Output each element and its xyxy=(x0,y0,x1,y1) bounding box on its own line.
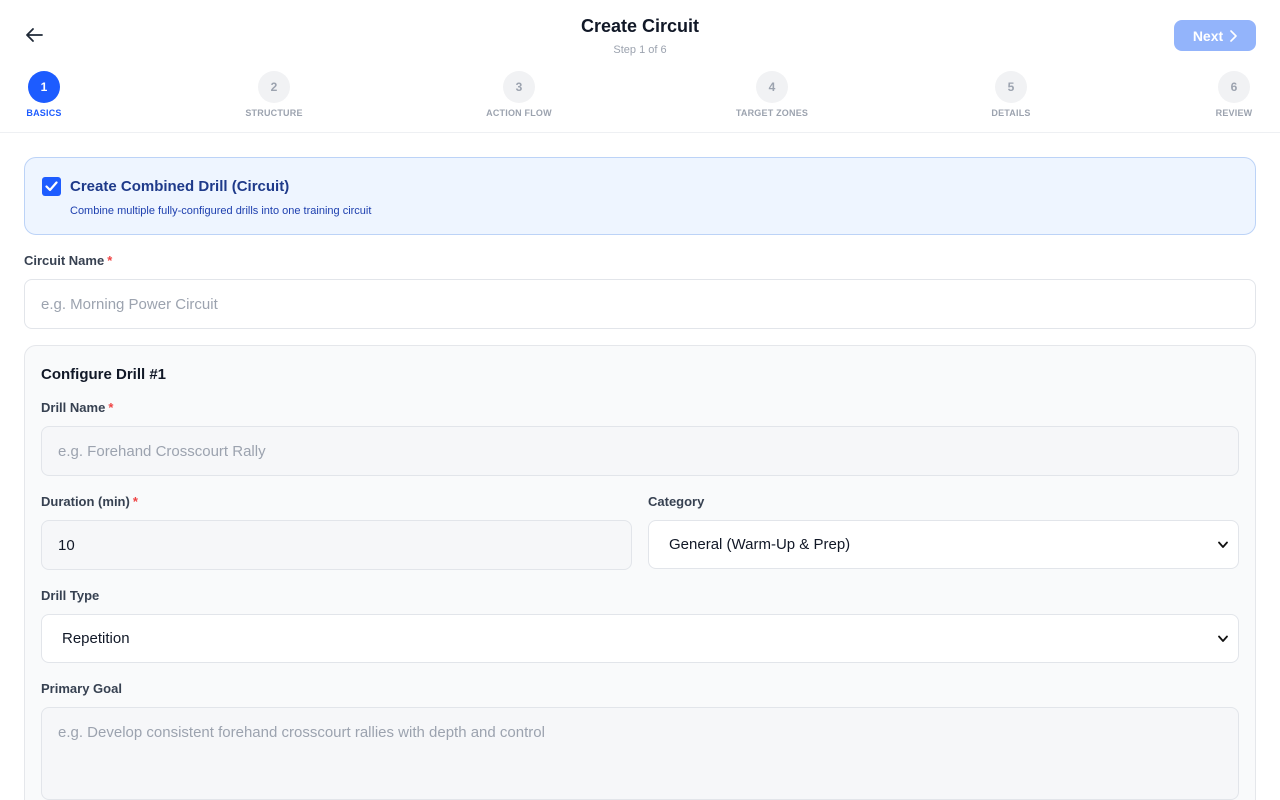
page-title: Create Circuit xyxy=(580,16,700,36)
category-selected-value: General (Warm-Up & Prep) xyxy=(669,536,851,553)
combined-drill-checkbox[interactable] xyxy=(42,177,61,196)
step-number: 6 xyxy=(1218,71,1250,103)
step-label: REVIEW xyxy=(1215,108,1253,118)
step-basics[interactable]: 1 BASICS xyxy=(0,71,94,118)
category-label: Category xyxy=(648,494,705,509)
step-structure[interactable]: 2 STRUCTURE xyxy=(224,71,324,118)
circuit-name-label-text: Circuit Name xyxy=(24,253,105,268)
chevron-right-icon xyxy=(1230,30,1237,42)
primary-goal-textarea[interactable] xyxy=(41,707,1239,800)
drill-config-title: Configure Drill #1 xyxy=(41,366,167,383)
required-marker: * xyxy=(132,494,138,509)
chevron-down-icon xyxy=(1218,541,1228,548)
combined-drill-option: Create Combined Drill (Circuit) Combine … xyxy=(24,157,1256,235)
step-action-flow[interactable]: 3 ACTION FLOW xyxy=(469,71,569,118)
required-marker: * xyxy=(108,400,114,415)
duration-label: Duration (min) * xyxy=(41,494,138,509)
duration-label-text: Duration (min) xyxy=(41,494,130,509)
step-label: ACTION FLOW xyxy=(486,108,552,118)
step-indicator-text: Step 1 of 6 xyxy=(613,44,667,56)
step-label: TARGET ZONES xyxy=(735,108,809,118)
drill-type-label: Drill Type xyxy=(41,588,100,603)
drill-name-label: Drill Name * xyxy=(41,400,113,415)
combined-drill-title[interactable]: Create Combined Drill (Circuit) xyxy=(70,178,289,195)
drill-type-selected-value: Repetition xyxy=(62,630,130,647)
category-select[interactable]: General (Warm-Up & Prep) xyxy=(648,520,1239,569)
drill-type-select[interactable]: Repetition xyxy=(41,614,1239,663)
required-marker: * xyxy=(107,253,113,268)
step-number: 5 xyxy=(995,71,1027,103)
chevron-down-icon xyxy=(1218,635,1228,642)
check-icon xyxy=(45,181,58,192)
step-details[interactable]: 5 DETAILS xyxy=(961,71,1061,118)
circuit-name-input[interactable] xyxy=(24,279,1256,329)
next-button[interactable]: Next xyxy=(1174,20,1256,51)
primary-goal-label: Primary Goal xyxy=(41,681,122,696)
step-number: 1 xyxy=(28,71,60,103)
step-target-zones[interactable]: 4 TARGET ZONES xyxy=(722,71,822,118)
step-number: 4 xyxy=(756,71,788,103)
step-label: DETAILS xyxy=(991,108,1031,118)
next-button-label: Next xyxy=(1192,27,1224,44)
step-review[interactable]: 6 REVIEW xyxy=(1184,71,1280,118)
step-label: BASICS xyxy=(26,108,62,118)
step-label: STRUCTURE xyxy=(245,108,303,118)
circuit-name-label: Circuit Name * xyxy=(24,253,112,268)
combined-drill-description: Combine multiple fully-configured drills… xyxy=(70,205,372,217)
step-number: 2 xyxy=(258,71,290,103)
duration-input[interactable] xyxy=(41,520,632,570)
top-header: Create Circuit Step 1 of 6 Next 1 BASICS… xyxy=(0,0,1280,133)
drill-name-input[interactable] xyxy=(41,426,1239,476)
step-number: 3 xyxy=(503,71,535,103)
drill-name-label-text: Drill Name xyxy=(41,400,106,415)
